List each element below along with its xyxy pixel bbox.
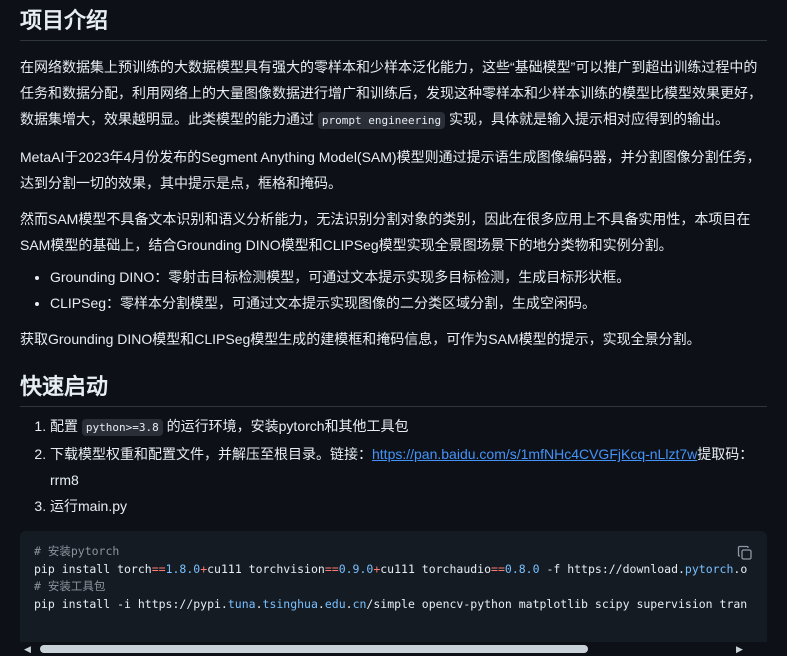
step2-text: 下载模型权重和配置文件，并解压至根目录。链接： (50, 446, 372, 462)
code-token: == (151, 561, 166, 576)
code-token: 0.8.0 (504, 561, 540, 576)
list-item-grounding-dino: Grounding DINO：零射击目标检测模型，可通过文本提示实现多目标检测，… (50, 264, 767, 290)
step1-text-end: 的运行环境，安装pytorch和其他工具包 (166, 418, 409, 434)
intro-paragraph-1: 在网络数据集上预训练的大数据模型具有强大的零样本和少样本泛化能力，这些“基础模型… (20, 54, 767, 134)
code-token: . (317, 596, 325, 611)
heading-project-intro: 项目介绍 (20, 0, 767, 41)
model-list: Grounding DINO：零射击目标检测模型，可通过文本提示实现多目标检测，… (20, 264, 767, 316)
step-run-main: 运行main.py (50, 493, 767, 519)
heading-quick-start: 快速启动 (20, 368, 767, 407)
quick-start-steps: 配置 python>=3.8 的运行环境，安装pytorch和其他工具包 下载模… (20, 413, 767, 519)
intro-paragraph-4: 获取Grounding DINO模型和CLIPSeg模型生成的建模框和掩码信息，… (20, 331, 701, 347)
code-token: /simple opencv-python matplotlib scipy s… (366, 596, 748, 611)
code-token: . (255, 596, 263, 611)
code-token: pip install torch (34, 561, 152, 576)
code-token: cn (352, 596, 367, 611)
code-token: edu (324, 596, 346, 611)
code-comment-tools: # 安装工具包 (34, 579, 106, 593)
baidu-pan-link[interactable]: https://pan.baidu.com/s/1mfNHc4CVGFjKcq-… (372, 446, 697, 462)
code-block[interactable]: # 安装pytorch pip install torch==1.8.0+cu1… (20, 531, 767, 656)
code-token: . (345, 596, 353, 611)
code-token: tsinghua (262, 596, 318, 611)
readme-page: 项目介绍 在网络数据集上预训练的大数据模型具有强大的零样本和少样本泛化能力，这些… (0, 0, 787, 656)
intro-p1-text-end: 实现，具体就是输入提示相对应得到的输出。 (449, 111, 729, 127)
intro-paragraph-3: 然而SAM模型不具备文本识别和语义分析能力，无法识别分割对象的类别，因此在很多应… (20, 211, 751, 253)
scroll-left-icon[interactable]: ◀ (24, 644, 31, 654)
horizontal-scrollbar[interactable]: ◀ ▶ (20, 642, 767, 656)
code-token: pytorch (684, 561, 734, 576)
code-token: 1.8.0 (165, 561, 201, 576)
code-token: cu111 torchaudio (380, 561, 492, 576)
intro-paragraph-2: MetaAI于2023年4月份发布的Segment Anything Model… (20, 149, 761, 191)
code-token: tuna (227, 596, 256, 611)
list-item-clipseg: CLIPSeg：零样本分割模型，可通过文本提示实现图像的二分类区域分割，生成空闲… (50, 290, 767, 316)
inline-code-prompt: prompt engineering (317, 112, 446, 129)
code-comment-pytorch: # 安装pytorch (34, 544, 120, 558)
step1-text: 配置 (50, 418, 78, 434)
scroll-right-icon[interactable]: ▶ (736, 644, 743, 654)
code-token: .o (733, 561, 748, 576)
scrollbar-thumb[interactable] (40, 645, 588, 653)
code-token: cu111 torchvision (207, 561, 325, 576)
step-configure-env: 配置 python>=3.8 的运行环境，安装pytorch和其他工具包 (50, 413, 767, 441)
copy-icon[interactable] (737, 543, 753, 560)
code-token: == (491, 561, 505, 576)
code-token: 0.9.0 (338, 561, 374, 576)
code-token: -f https://download. (539, 561, 685, 576)
code-content: # 安装pytorch pip install torch==1.8.0+cu1… (20, 531, 767, 613)
code-token: == (324, 561, 339, 576)
step-download-weights: 下载模型权重和配置文件，并解压至根目录。链接：https://pan.baidu… (50, 441, 767, 493)
code-token: pip install -i https://pypi. (34, 596, 228, 611)
inline-code-python-version: python>=3.8 (81, 419, 163, 436)
